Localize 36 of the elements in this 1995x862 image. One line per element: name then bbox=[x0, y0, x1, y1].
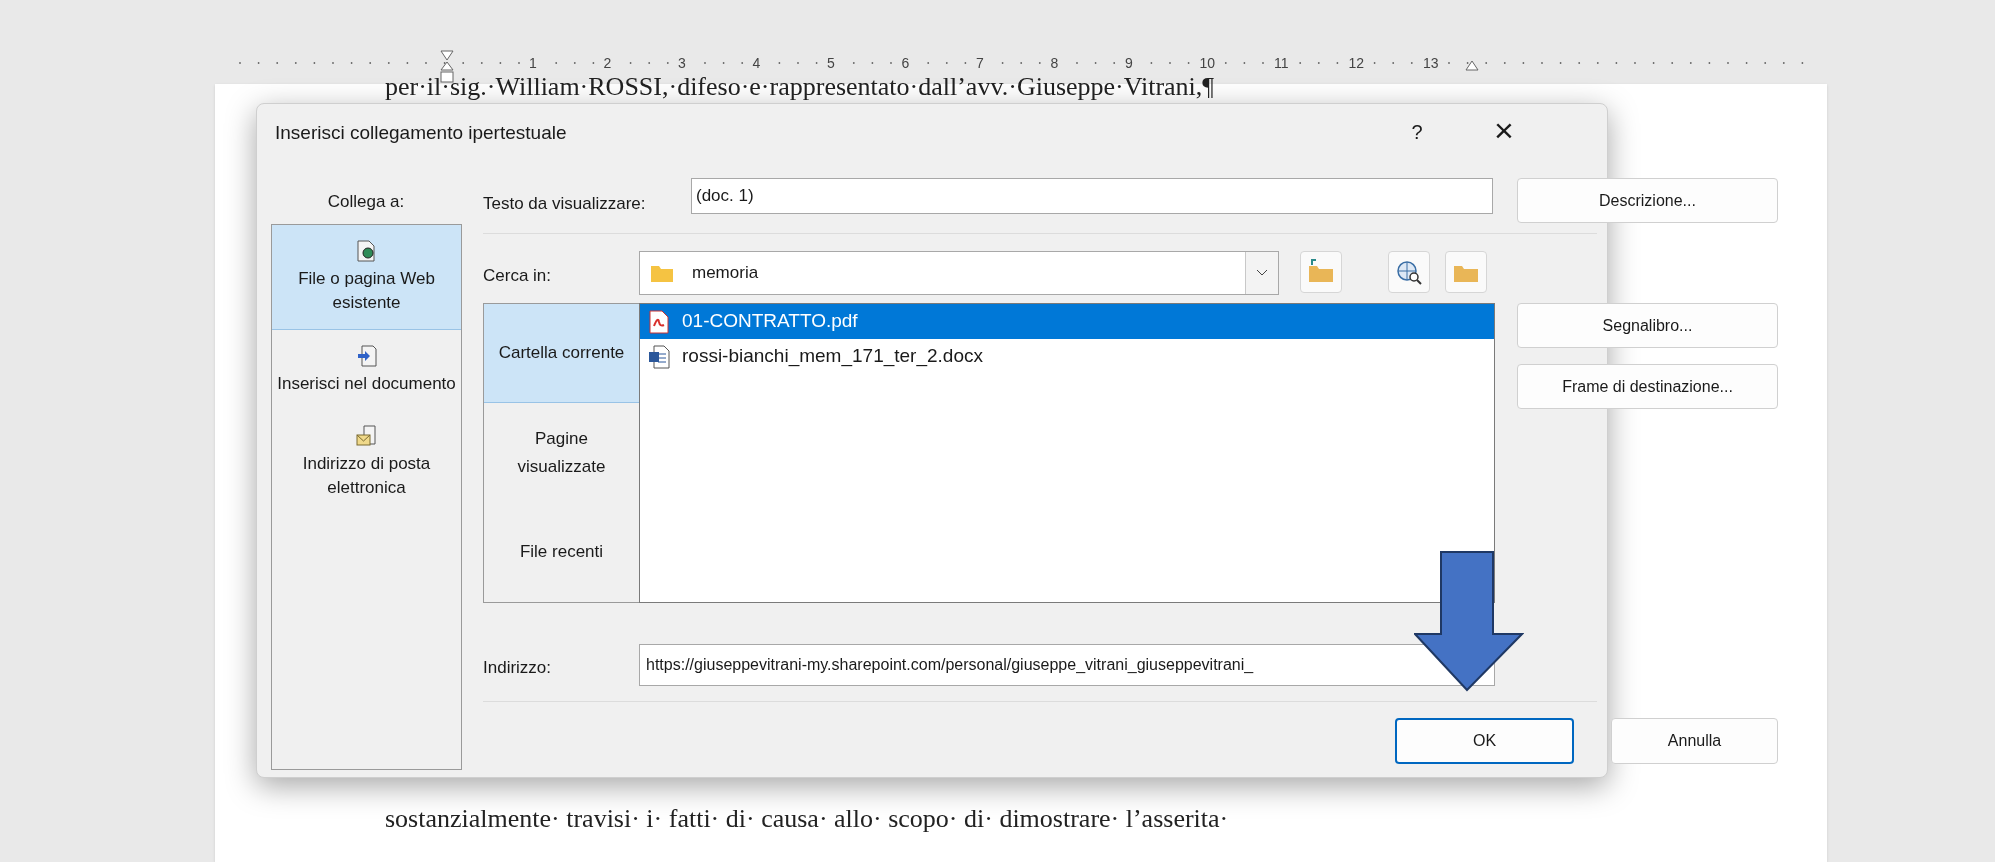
file-item[interactable]: rossi-bianchi_mem_171_ter_2.docx bbox=[640, 339, 1494, 374]
word-file-icon bbox=[648, 344, 670, 369]
file-item[interactable]: 01-CONTRATTO.pdf bbox=[640, 304, 1494, 339]
envelope-icon bbox=[355, 424, 378, 448]
field-label: Cerca in: bbox=[483, 265, 552, 287]
document-text: per·il·sig.·William·ROSSI,·difeso·e·rappresentato·dall’avv.·Giuseppe·Vitrani,¶ bbox=[385, 73, 1216, 101]
dropdown-value: memoria bbox=[692, 262, 760, 285]
close-button[interactable]: × bbox=[1482, 108, 1526, 152]
file-name: 01-CONTRATTO.pdf bbox=[682, 309, 858, 334]
dialog-button[interactable]: Segnalibro... bbox=[1517, 303, 1778, 348]
folder-dropdown[interactable]: memoria bbox=[639, 251, 1279, 295]
address-field[interactable]: https://giuseppevitrani-my.sharepoint.com/personal/giuseppe_vitrani_giuseppevitrani_ bbox=[639, 644, 1495, 686]
folder-icon bbox=[650, 263, 674, 283]
field-label: Testo da visualizzare: bbox=[483, 193, 646, 215]
pdf-file-icon bbox=[648, 309, 670, 334]
link-type-option[interactable]: File o pagina Web esistente bbox=[272, 225, 461, 330]
link-type-option[interactable]: Indirizzo di posta elettronica bbox=[272, 410, 461, 514]
link-type-option[interactable]: Inserisci nel documento bbox=[272, 330, 461, 410]
display-text-field[interactable]: (doc. 1) bbox=[691, 178, 1493, 214]
folder-view-option[interactable]: Pagine visualizzate bbox=[484, 403, 639, 503]
document-icon bbox=[355, 239, 378, 263]
dialog-button[interactable]: Descrizione... bbox=[1517, 178, 1778, 223]
help-button[interactable]: ? bbox=[1397, 112, 1437, 152]
cancel-button[interactable]: Annulla bbox=[1611, 718, 1778, 764]
dialog-title: Inserisci collegamento ipertestuale bbox=[275, 121, 567, 145]
section-label: Collega a: bbox=[326, 191, 406, 213]
field-label: Indirizzo: bbox=[483, 657, 552, 679]
folder-view-option[interactable]: File recenti bbox=[484, 502, 639, 602]
dialog-button[interactable]: Frame di destinazione... bbox=[1517, 364, 1778, 409]
ok-button[interactable]: OK bbox=[1395, 718, 1574, 764]
folder-view-option[interactable]: Cartella corrente bbox=[484, 304, 639, 404]
file-name: rossi-bianchi_mem_171_ter_2.docx bbox=[682, 344, 983, 369]
globe-search-icon[interactable] bbox=[1388, 251, 1430, 293]
document-arrow-icon bbox=[355, 344, 378, 368]
document-text: sostanzialmente· travisi· i· fatti· di· causa· allo· scopo· di· dimostrare· l’asserita· bbox=[385, 805, 1230, 833]
indent-marker-icon[interactable] bbox=[1465, 60, 1479, 72]
